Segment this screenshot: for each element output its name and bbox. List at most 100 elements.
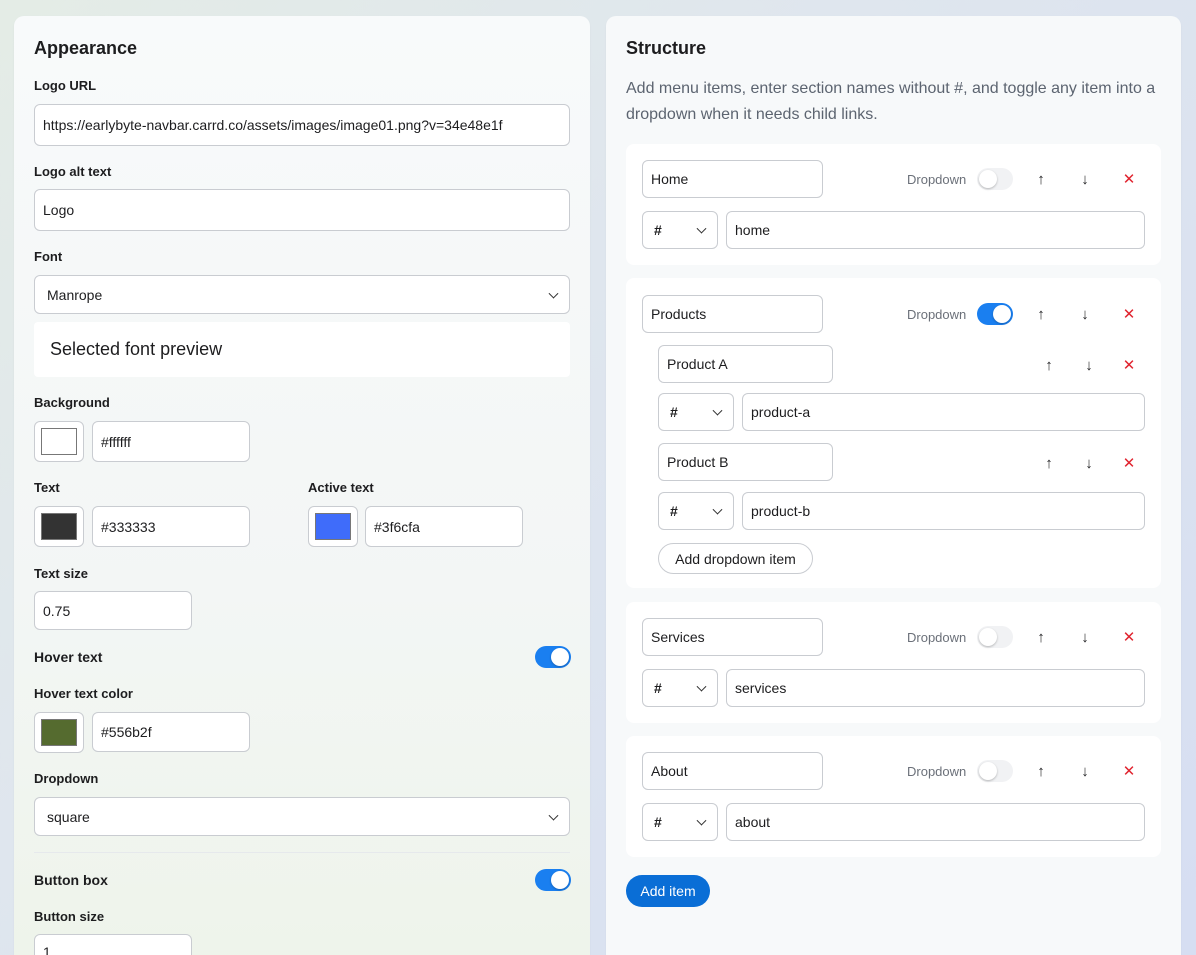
font-label: Font <box>34 249 63 264</box>
chevron-down-icon <box>548 810 559 821</box>
toggle-knob <box>993 305 1011 323</box>
background-color-picker[interactable] <box>34 421 84 462</box>
arrow-up-icon[interactable]: ↑ <box>1028 758 1054 784</box>
text-hex-input[interactable]: #333333 <box>92 506 250 547</box>
hover-color-picker[interactable] <box>34 712 84 753</box>
arrow-down-icon[interactable]: ↓ <box>1076 450 1102 476</box>
close-icon[interactable]: ✕ <box>1116 758 1142 784</box>
section-input[interactable]: home <box>726 211 1145 249</box>
hover-hex-input[interactable]: #556b2f <box>92 712 250 752</box>
arrow-down-icon[interactable]: ↓ <box>1072 624 1098 650</box>
section-input[interactable]: product-a <box>742 393 1145 431</box>
hover-color-label: Hover text color <box>34 686 133 701</box>
menu-item-name-input[interactable]: Products <box>642 295 823 333</box>
logo-url-input[interactable]: https://earlybyte-navbar.carrd.co/assets… <box>34 104 570 146</box>
chevron-down-icon <box>696 223 707 234</box>
arrow-up-icon[interactable]: ↑ <box>1028 301 1054 327</box>
appearance-panel: Appearance Logo URL https://earlybyte-na… <box>14 16 590 955</box>
menu-item-name-input[interactable]: About <box>642 752 823 790</box>
dropdown-toggle-label: Dropdown <box>907 630 967 645</box>
link-type-select[interactable]: # <box>658 492 734 530</box>
structure-title: Structure <box>626 38 707 58</box>
button-size-input[interactable]: 1 <box>34 934 192 955</box>
font-preview: Selected font preview <box>34 322 570 377</box>
close-icon[interactable]: ✕ <box>1116 352 1142 378</box>
close-icon[interactable]: ✕ <box>1116 624 1142 650</box>
menu-item-name-input[interactable]: Home <box>642 160 823 198</box>
background-color-swatch <box>41 428 77 455</box>
hash-value: # <box>654 222 662 238</box>
link-type-select[interactable]: # <box>642 669 718 707</box>
menu-item-card: Services Dropdown ↑ ↓ ✕ # services <box>626 602 1161 723</box>
link-type-select[interactable]: # <box>642 803 718 841</box>
chevron-down-icon <box>712 504 723 515</box>
active-text-hex-input[interactable]: #3f6cfa <box>365 506 523 547</box>
chevron-down-icon <box>696 681 707 692</box>
toggle-knob <box>979 170 997 188</box>
menu-item-card: About Dropdown ↑ ↓ ✕ # about <box>626 736 1161 857</box>
text-color-swatch <box>41 513 77 540</box>
menu-item-card: Home Dropdown ↑ ↓ ✕ # home <box>626 144 1161 265</box>
dropdown-toggle-label: Dropdown <box>907 172 967 187</box>
structure-panel: Structure Add menu items, enter section … <box>606 16 1181 955</box>
active-text-color-swatch <box>315 513 351 540</box>
chevron-down-icon <box>548 288 559 299</box>
dropdown-toggle-label: Dropdown <box>907 764 967 779</box>
link-type-select[interactable]: # <box>658 393 734 431</box>
active-text-label: Active text <box>308 480 374 495</box>
toggle-knob <box>551 871 569 889</box>
link-type-select[interactable]: # <box>642 211 718 249</box>
logo-alt-label: Logo alt text <box>34 164 112 179</box>
font-select[interactable]: Manrope <box>34 275 570 314</box>
add-dropdown-item-button[interactable]: Add dropdown item <box>658 543 813 574</box>
toggle-knob <box>979 762 997 780</box>
dropdown-toggle[interactable] <box>977 626 1013 648</box>
close-icon[interactable]: ✕ <box>1116 450 1142 476</box>
hash-value: # <box>670 503 678 519</box>
hash-value: # <box>670 404 678 420</box>
button-box-toggle[interactable] <box>535 869 571 891</box>
close-icon[interactable]: ✕ <box>1116 166 1142 192</box>
close-icon[interactable]: ✕ <box>1116 301 1142 327</box>
dropdown-style-value: square <box>47 808 90 825</box>
dropdown-toggle[interactable] <box>977 168 1013 190</box>
hover-text-toggle[interactable] <box>535 646 571 668</box>
arrow-up-icon[interactable]: ↑ <box>1028 166 1054 192</box>
dropdown-toggle[interactable] <box>977 303 1013 325</box>
text-color-label: Text <box>34 480 60 495</box>
add-item-button[interactable]: Add item <box>626 875 710 907</box>
arrow-up-icon[interactable]: ↑ <box>1028 624 1054 650</box>
hover-color-swatch <box>41 719 77 746</box>
section-input[interactable]: product-b <box>742 492 1145 530</box>
dropdown-toggle-label: Dropdown <box>907 307 967 322</box>
appearance-title: Appearance <box>34 38 138 58</box>
hash-value: # <box>654 814 662 830</box>
dropdown-child-name-input[interactable]: Product B <box>658 443 833 481</box>
text-size-label: Text size <box>34 566 88 581</box>
hover-text-label: Hover text <box>34 649 103 665</box>
structure-description: Add menu items, enter section names with… <box>626 80 1156 123</box>
background-hex-input[interactable]: #ffffff <box>92 421 250 462</box>
dropdown-child-name-input[interactable]: Product A <box>658 345 833 383</box>
arrow-down-icon[interactable]: ↓ <box>1076 352 1102 378</box>
arrow-down-icon[interactable]: ↓ <box>1072 301 1098 327</box>
background-label: Background <box>34 395 110 410</box>
arrow-down-icon[interactable]: ↓ <box>1072 166 1098 192</box>
button-size-label: Button size <box>34 909 105 924</box>
section-input[interactable]: services <box>726 669 1145 707</box>
active-text-color-picker[interactable] <box>308 506 358 547</box>
dropdown-style-select[interactable]: square <box>34 797 570 836</box>
section-input[interactable]: about <box>726 803 1145 841</box>
toggle-knob <box>551 648 569 666</box>
arrow-up-icon[interactable]: ↑ <box>1036 450 1062 476</box>
menu-item-card: Products Dropdown ↑ ↓ ✕ Product A ↑ ↓ ✕ … <box>626 278 1161 588</box>
dropdown-toggle[interactable] <box>977 760 1013 782</box>
logo-alt-input[interactable]: Logo <box>34 189 570 231</box>
arrow-down-icon[interactable]: ↓ <box>1072 758 1098 784</box>
text-size-input[interactable]: 0.75 <box>34 591 192 630</box>
menu-item-name-input[interactable]: Services <box>642 618 823 656</box>
text-color-picker[interactable] <box>34 506 84 547</box>
hash-value: # <box>654 680 662 696</box>
button-box-label: Button box <box>34 872 108 888</box>
arrow-up-icon[interactable]: ↑ <box>1036 352 1062 378</box>
